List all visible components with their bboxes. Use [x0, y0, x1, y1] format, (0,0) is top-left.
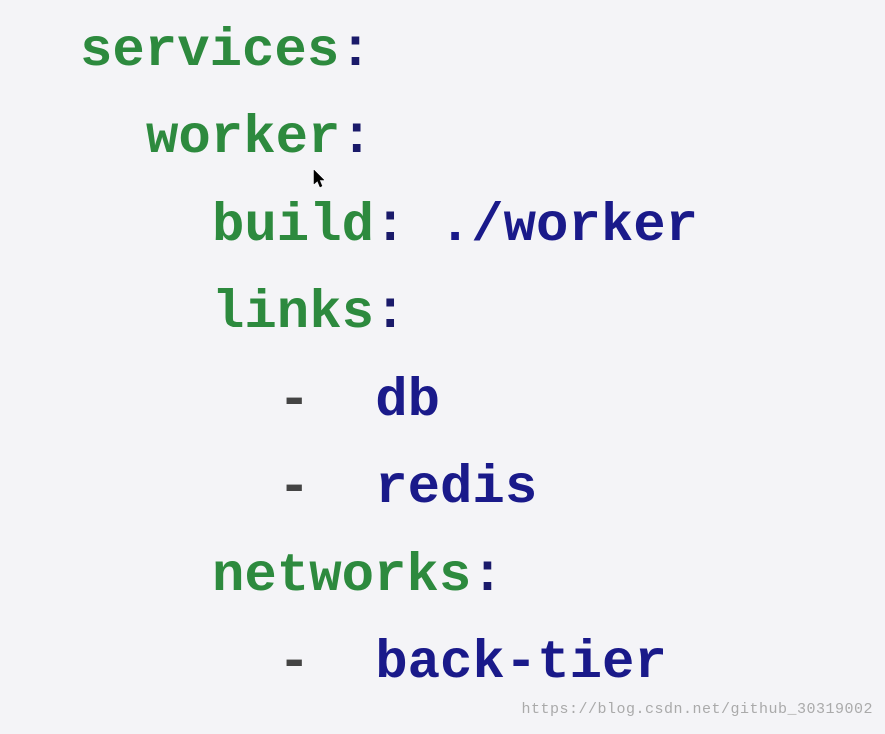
yaml-colon: : — [339, 21, 371, 82]
yaml-value: redis — [310, 458, 537, 519]
yaml-key: services — [80, 21, 339, 82]
code-line-services: services: — [80, 8, 885, 95]
code-line-worker: worker: — [80, 95, 885, 182]
yaml-key: build — [212, 196, 374, 257]
yaml-colon: : — [471, 546, 503, 607]
code-line-list-item-db: - db — [80, 358, 885, 445]
watermark-text: https://blog.csdn.net/github_30319002 — [521, 698, 873, 722]
code-line-list-item-redis: - redis — [80, 445, 885, 532]
yaml-colon: : — [374, 196, 406, 257]
yaml-dash: - — [278, 371, 310, 432]
yaml-dash: - — [278, 633, 310, 694]
yaml-value: ./worker — [406, 196, 698, 257]
yaml-key: worker — [146, 108, 340, 169]
yaml-key: networks — [212, 546, 471, 607]
yaml-colon: : — [374, 283, 406, 344]
yaml-key: links — [212, 283, 374, 344]
code-line-build: build: ./worker — [80, 183, 885, 270]
yaml-colon: : — [340, 108, 372, 169]
code-line-networks: networks: — [80, 533, 885, 620]
yaml-value: db — [310, 371, 440, 432]
code-line-links: links: — [80, 270, 885, 357]
code-line-list-item-backtier: - back-tier — [80, 620, 885, 707]
yaml-value: back-tier — [310, 633, 666, 694]
yaml-dash: - — [278, 458, 310, 519]
